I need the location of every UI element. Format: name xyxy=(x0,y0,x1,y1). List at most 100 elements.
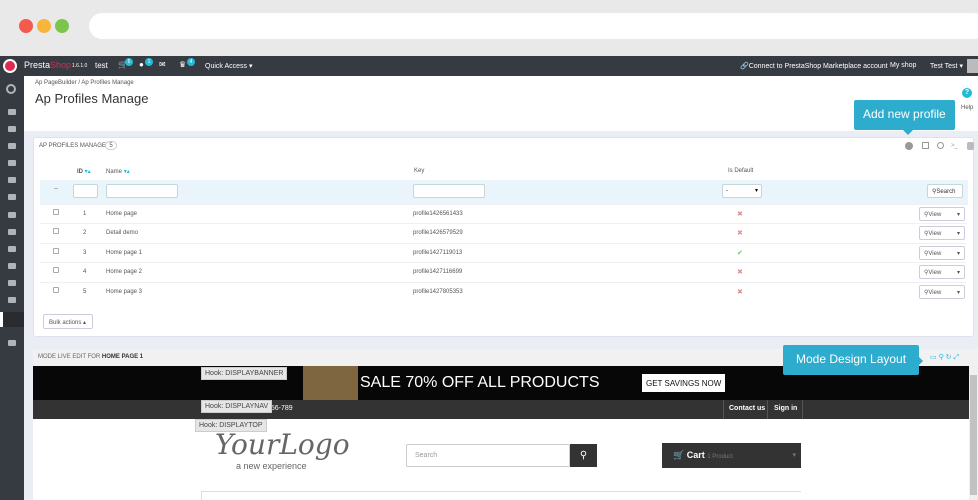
hook-displaybanner[interactable]: Hook: DISPLAYBANNER xyxy=(201,367,288,380)
row-key: profile1427119013 xyxy=(413,250,463,256)
row-checkbox[interactable] xyxy=(53,287,59,293)
quick-access[interactable]: Quick Access ▾ xyxy=(205,62,252,70)
view-button[interactable]: ⚲View ▾ xyxy=(919,246,965,260)
maximize-dot[interactable] xyxy=(55,19,69,33)
add-new-icon[interactable] xyxy=(905,142,913,150)
col-name[interactable]: Name ▾▴ xyxy=(106,168,130,175)
close-dot[interactable] xyxy=(19,19,33,33)
modules-icon[interactable] xyxy=(8,229,16,235)
row-checkbox[interactable] xyxy=(53,228,59,234)
signin-link[interactable]: Sign in xyxy=(769,400,803,419)
row-checkbox[interactable] xyxy=(53,267,59,273)
view-button[interactable]: ⚲View ▾ xyxy=(919,207,965,221)
orders-icon[interactable] xyxy=(8,143,16,149)
chevron-down-icon: ▾ xyxy=(956,231,960,237)
cart-icon: 🛒 xyxy=(673,450,685,460)
help-icon[interactable]: ? xyxy=(962,88,972,98)
shipping-icon[interactable] xyxy=(8,194,16,200)
sql-icon[interactable]: >_ xyxy=(951,143,958,149)
view-button[interactable]: ⚲View ▾ xyxy=(919,265,965,279)
contact-link[interactable]: Contact us xyxy=(723,400,768,419)
shop-search-button[interactable]: ⚲ xyxy=(570,444,597,467)
administration-icon[interactable] xyxy=(8,280,16,286)
zoom-icon[interactable]: ⚲ xyxy=(939,354,944,361)
stats-icon[interactable] xyxy=(8,297,16,303)
mode-design-layout-tooltip: Mode Design Layout xyxy=(783,345,920,375)
check-icon[interactable]: ✔ xyxy=(737,249,743,257)
help-label[interactable]: Help xyxy=(961,105,973,111)
row-checkbox[interactable] xyxy=(53,209,59,215)
catalog-icon[interactable] xyxy=(8,126,16,132)
brand[interactable]: PrestaShop xyxy=(24,60,71,70)
minimize-dot[interactable] xyxy=(37,19,51,33)
page-header: Ap PageBuilder / Ap Profiles Manage Ap P… xyxy=(24,76,978,131)
cart-block[interactable]: 🛒 Cart 1 Product ▾ xyxy=(662,443,801,468)
row-key: profile1427805353 xyxy=(413,289,463,295)
view-button[interactable]: ⚲View ▾ xyxy=(919,226,965,240)
search-icon: ⚲ xyxy=(579,450,588,461)
shop-logo[interactable]: YourLogo xyxy=(215,428,350,461)
chevron-down-icon: ▾ xyxy=(956,251,960,257)
collapse-menu-icon[interactable] xyxy=(8,340,16,346)
hook-displaytop[interactable]: Hook: DISPLAYTOP xyxy=(195,419,267,432)
link-icon: 🔗 xyxy=(740,63,749,70)
panel-title: AP PROFILES MANAGE xyxy=(39,143,106,149)
localization-icon[interactable] xyxy=(8,212,16,218)
filter-id-input[interactable] xyxy=(73,184,98,198)
shop-search-input[interactable]: Search xyxy=(406,444,570,467)
mail-icon[interactable]: ✉ xyxy=(159,60,166,69)
advanced-icon[interactable] xyxy=(8,263,16,269)
version: 1.6.1.0 xyxy=(72,63,88,69)
connect-marketplace[interactable]: 🔗Connect to PrestaShop Marketplace accou… xyxy=(740,62,888,70)
cross-icon[interactable]: ✖ xyxy=(737,210,743,218)
filter-name-input[interactable] xyxy=(106,184,178,198)
database-icon[interactable] xyxy=(967,142,974,150)
cross-icon[interactable]: ✖ xyxy=(737,229,743,237)
cross-icon[interactable]: ✖ xyxy=(737,288,743,296)
profile-count-badge: 5 xyxy=(105,141,117,150)
sort-icon: ▾▴ xyxy=(84,169,91,175)
hook-displaynav[interactable]: Hook: DISPLAYNAV xyxy=(201,400,273,413)
view-button-label: View xyxy=(928,212,942,218)
row-checkbox[interactable] xyxy=(53,248,59,254)
preferences-icon[interactable] xyxy=(8,246,16,252)
breadcrumb-parent[interactable]: Ap PageBuilder xyxy=(35,80,77,86)
my-shop[interactable]: My shop xyxy=(890,62,916,69)
row-name: Home page xyxy=(106,211,138,217)
filter-default-value: - xyxy=(726,188,728,194)
col-id[interactable]: ID ▾▴ xyxy=(77,168,91,175)
sort-icon: ▾▴ xyxy=(123,169,130,175)
savings-button[interactable]: GET SAVINGS NOW xyxy=(642,374,725,392)
price-rules-icon[interactable] xyxy=(8,177,16,183)
refresh-icon[interactable] xyxy=(937,142,944,149)
trophy-icon[interactable]: ♛ xyxy=(179,60,186,69)
dashboard-icon[interactable] xyxy=(8,109,16,115)
row-key: profile1427116699 xyxy=(413,269,463,275)
avatar[interactable] xyxy=(967,59,978,73)
refresh-icon[interactable]: ↻ xyxy=(946,354,952,361)
scrollbar-thumb[interactable] xyxy=(970,375,977,495)
address-bar[interactable] xyxy=(89,13,978,39)
desktop-icon[interactable]: ▭ xyxy=(930,354,937,361)
breadcrumb-current[interactable]: Ap Profiles Manage xyxy=(81,80,133,86)
prestashop-logo-icon[interactable] xyxy=(3,59,17,73)
user-menu[interactable]: Test Test ▾ xyxy=(930,62,963,70)
bulk-actions-button[interactable]: Bulk actions ▴ xyxy=(43,314,93,329)
search-icon[interactable] xyxy=(6,84,16,94)
row-name: Detail demo xyxy=(106,230,139,236)
search-button[interactable]: ⚲Search xyxy=(927,184,963,198)
pagebuilder-icon[interactable] xyxy=(0,312,24,327)
filter-default-select[interactable]: - ▾ xyxy=(722,184,762,198)
breadcrumb: Ap PageBuilder / Ap Profiles Manage xyxy=(35,80,134,86)
col-id-label: ID xyxy=(77,169,83,175)
export-icon[interactable] xyxy=(922,142,929,149)
filter-key-input[interactable] xyxy=(413,184,485,198)
expand-icon[interactable]: ⤢ xyxy=(954,354,960,361)
user-icon[interactable]: ● xyxy=(139,60,144,69)
scrollbar[interactable] xyxy=(969,366,978,500)
view-button[interactable]: ⚲View ▾ xyxy=(919,285,965,299)
cross-icon[interactable]: ✖ xyxy=(737,268,743,276)
shop-name[interactable]: test xyxy=(95,61,108,70)
page-title: Ap Profiles Manage xyxy=(35,91,149,106)
customers-icon[interactable] xyxy=(8,160,16,166)
